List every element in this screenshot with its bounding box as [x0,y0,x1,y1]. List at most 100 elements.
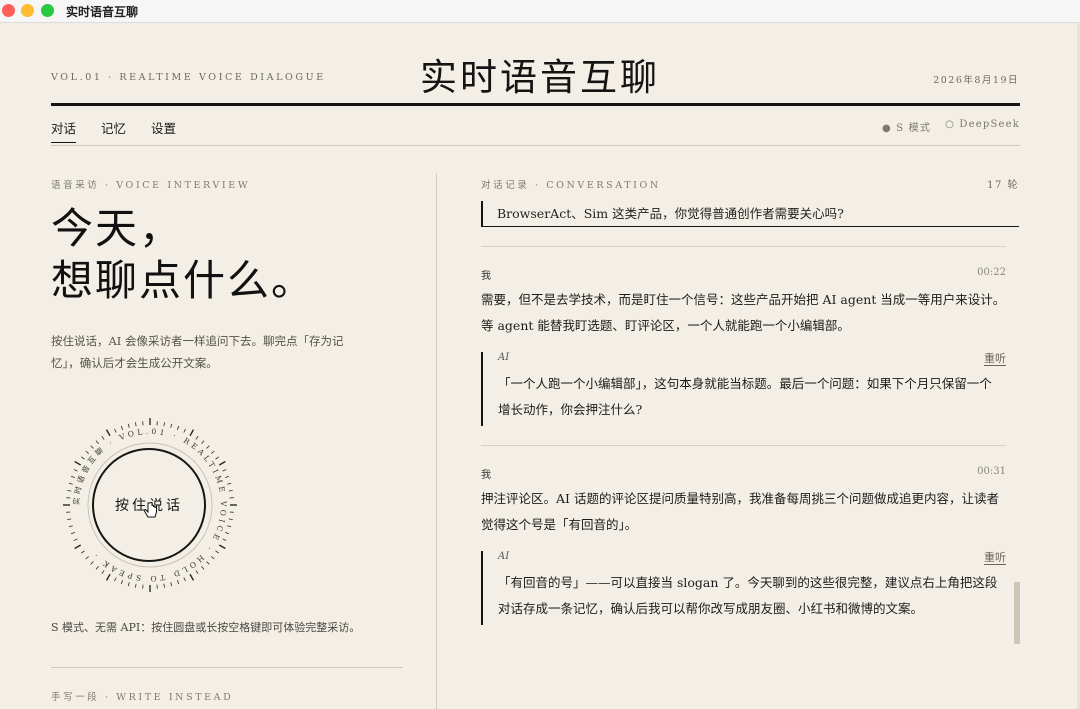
dial-tick [68,482,73,485]
nav-rule [51,145,1020,146]
mode-s-option[interactable]: ● S 模式 [882,119,931,134]
dial-tick [189,573,195,581]
dial-tick [183,577,186,582]
turn-separator [481,246,1006,247]
dial-tick [80,550,85,554]
previous-ai-question: BrowserAct、Sim 这类产品，你觉得普通创作者需要关心吗? [481,201,1019,227]
dial-tick [85,450,89,454]
dial-tick [127,582,130,587]
dial-tick [222,469,227,472]
dial-tick [163,583,165,588]
dial-tick [176,580,180,585]
dial-tick [70,475,75,479]
turn-timestamp: 00:31 [977,466,1006,477]
dial-tick [211,450,215,454]
conversation-eyebrow: 对话记录 · CONVERSATION [481,180,661,191]
dial-tick [120,425,124,430]
dial-tick [85,556,89,560]
window-titlebar: 实时语音互聊 [0,0,1080,23]
user-message: 需要，但不是去学技术，而是盯住一个信号：这些产品开始把 AI agent 当成一… [481,292,1006,333]
dial-tick [105,429,111,437]
dial-tick [225,531,230,535]
column-divider [436,173,437,709]
left-rule [51,667,403,668]
dial-tick [206,445,210,449]
tab-dialogue[interactable]: 对话 [51,118,77,143]
ai-label: AI [498,352,510,363]
dial-tick [73,538,78,541]
masthead-rule [51,103,1020,106]
replay-button[interactable]: 重听 [984,352,1006,366]
ai-reply: AI 重听 「一个人跑一个小编辑部」，这句本身就能当标题。最后一个问题：如果下个… [481,352,1006,426]
main-nav: 对话 记忆 设置 [51,118,176,143]
dial-tick [225,475,230,479]
headline: 今天， 想聊点什么。 [51,203,315,307]
tab-memory[interactable]: 记忆 [101,118,126,143]
dial-tick [218,544,226,550]
intro-text: 按住说话，AI 会像采访者一样追问下去。聊完点「存为记忆」，确认后才会生成公开文… [51,334,344,370]
dial-tick [105,573,111,581]
speaker-me: 我 [481,470,491,481]
dial-tick [228,490,233,492]
dial-tick [95,440,99,444]
dial-tick [227,482,232,485]
dial-tick [135,583,137,588]
dial-tick [215,550,220,554]
ai-reply: AI 重听 「有回音的号」——可以直接当 slogan 了。今天聊到的这些很完整… [481,551,1006,625]
dial-tick [74,544,82,550]
dial-tick [80,456,85,460]
tab-settings[interactable]: 设置 [151,118,176,143]
headline-line-1: 今天， [51,204,184,253]
dial-tick [70,531,75,535]
write-instead-eyebrow: 手写一段 · WRITE INSTEAD [51,692,234,703]
dial-tick [67,518,72,520]
dial-tick [163,422,165,427]
speaker-me: 我 [481,271,491,282]
dial-tick [170,423,173,428]
ai-message: 「一个人跑一个小编辑部」，这句本身就能当标题。最后一个问题：如果下个月只保留一个… [498,376,992,417]
headline-line-2: 想聊点什么。 [51,256,316,305]
dial-tick [170,582,173,587]
dial-tick [67,490,72,492]
dial-tick [114,428,117,433]
dial-tick [211,556,215,560]
close-icon[interactable] [2,4,15,17]
window-title: 实时语音互聊 [66,5,139,19]
user-message: 押注评论区。AI 话题的评论区提问质量特别高，我准备每周挑三个问题做成追更内容，… [481,491,999,532]
dial-tick [183,428,186,433]
hand-cursor-icon [144,502,157,518]
ai-label: AI [498,551,510,562]
page-title: 实时语音互聊 [420,56,660,99]
dial-tick [73,469,78,472]
dial-tick [101,570,105,575]
dial-tick [101,435,105,440]
dial-tick [120,580,124,585]
dial-tick [201,440,205,444]
dial-tick [201,566,205,570]
dial-tick [68,525,73,528]
date-label: 2026年8月19日 [933,75,1019,86]
dial-tick [90,445,94,449]
dial-tick [90,561,94,565]
ai-message: 「有回音的号」——可以直接当 slogan 了。今天聊到的这些很完整，建议点右上… [498,575,998,616]
minimize-icon[interactable] [21,4,34,17]
dial-tick [227,525,232,528]
voice-interview-eyebrow: 语音采访 · VOICE INTERVIEW [51,180,251,191]
mode-hint: S 模式、无需 API：按住圆盘或长按空格键即可体验完整采访。 [51,621,361,634]
dial-tick [206,561,210,565]
dial-tick [218,460,226,466]
turn-count: 17 轮 [987,180,1019,191]
dial-tick [195,435,199,440]
conversation-scrollbar[interactable] [1014,582,1020,644]
replay-button[interactable]: 重听 [984,551,1006,565]
mode-switch: ● S 模式 ○ DeepSeek [882,119,1020,134]
dial-tick [127,423,130,428]
dial-tick [215,456,220,460]
mode-deepseek-option[interactable]: ○ DeepSeek [945,119,1020,134]
zoom-icon[interactable] [41,4,54,17]
dial-tick [222,538,227,541]
dial-tick [95,566,99,570]
dial-tick [189,429,195,437]
dial-tick [114,577,117,582]
dial-tick [135,422,137,427]
